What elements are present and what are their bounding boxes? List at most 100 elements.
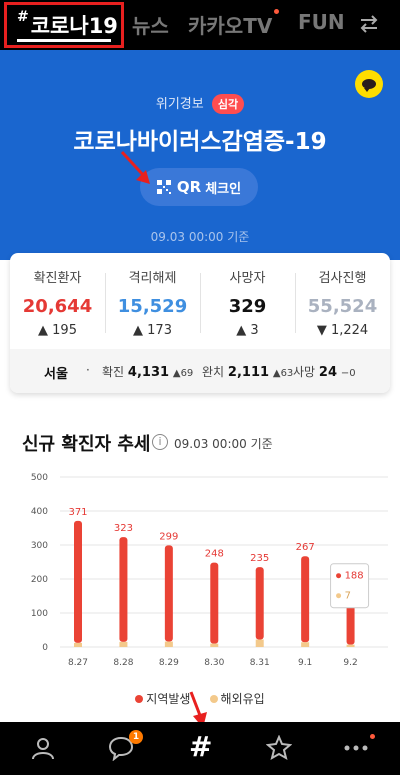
region-released-label: 완치: [202, 365, 225, 379]
crisis-level: 위기경보 심각: [0, 93, 400, 114]
more-icon[interactable]: [343, 735, 369, 761]
stat-delta: ▲ 195: [38, 323, 77, 338]
bar-overseas: [164, 641, 173, 647]
stat-value: 15,529: [117, 296, 188, 317]
region-deaths-value: 24: [318, 365, 338, 380]
x-tick-label: 8.27: [68, 658, 88, 668]
x-tick-label: 8.29: [159, 658, 179, 668]
y-tick-label: 400: [31, 507, 48, 517]
stat-delta: ▼ 1,224: [316, 323, 369, 338]
region-deaths: 사망 24 −0: [293, 363, 356, 380]
bar-local: [255, 567, 264, 640]
x-tick-label: 8.30: [204, 658, 224, 668]
region-released: 완치 2,111 ▲63: [202, 363, 293, 380]
bar-overseas: [119, 641, 128, 647]
tooltip-local-dot: [336, 573, 342, 579]
tab-fun[interactable]: FUN: [298, 10, 345, 34]
x-tick-label: 9.2: [343, 658, 357, 668]
bar-local: [164, 545, 173, 642]
stat-label: 검사진행: [318, 271, 367, 286]
stat-delta: ▲ 173: [133, 323, 172, 338]
region-confirmed-value: 4,131: [127, 365, 170, 380]
stat-label: 확진환자: [33, 271, 82, 286]
crisis-badge: 심각: [211, 94, 245, 114]
checkin-label: 체크인: [205, 181, 242, 197]
y-tick-label: 0: [42, 643, 48, 653]
legend-overseas: 해외유입: [220, 692, 265, 706]
crisis-label: 위기경보: [155, 97, 204, 112]
stat-label: 격리해제: [128, 271, 177, 286]
tab-kakaotv[interactable]: 카카오TV: [188, 9, 280, 39]
tooltip-overseas-dot: [336, 593, 342, 599]
hero-date: 09.03 00:00 기준: [150, 230, 250, 244]
stat-label: 사망자: [229, 271, 266, 286]
star-icon[interactable]: [266, 735, 292, 761]
stat-confirmed: 확진환자 20,644 ▲ 195: [10, 267, 105, 338]
region-released-delta: ▲63: [272, 368, 294, 379]
chart-title: 신규 확진자 추세: [22, 434, 151, 455]
stat-released: 격리해제 15,529 ▲ 173: [105, 267, 200, 338]
bar-overseas: [301, 642, 310, 647]
x-tick-label: 9.1: [298, 658, 312, 668]
region-confirmed-label: 확진: [102, 365, 125, 379]
stat-delta: ▲ 3: [236, 323, 259, 338]
x-tick-label: 8.28: [113, 658, 133, 668]
region-deaths-label: 사망: [293, 365, 316, 379]
stat-value: 20,644: [22, 296, 93, 317]
new-cases-bar-chart: 0 100 200 300 400 500 371 8.27 323 8.28 299 8.29 248…: [31, 473, 388, 668]
stats-card: 확진환자 20,644 ▲ 195 격리해제 15,529 ▲ 173 사망자 …: [10, 253, 390, 393]
y-tick-label: 300: [31, 541, 48, 551]
tooltip-overseas-value: 7: [345, 591, 351, 602]
red-arrow-annotation: [120, 150, 150, 184]
bar-local: [119, 537, 128, 642]
y-tick-label: 200: [31, 575, 48, 585]
bullet: ·: [86, 363, 90, 377]
active-tab-underline: [17, 39, 111, 42]
region-confirmed-delta: ▲69: [172, 368, 194, 379]
x-tick-label: 8.31: [250, 658, 270, 668]
chat-badge: 1: [129, 730, 143, 744]
top-tab-bar: # 코로나19 뉴스 카카오TV FUN: [0, 0, 400, 50]
bar-total-label: 235: [250, 553, 269, 564]
region-confirmed: 확진 4,131 ▲69: [102, 363, 193, 380]
y-tick-label: 100: [31, 609, 48, 619]
stat-testing: 검사진행 55,524 ▼ 1,224: [295, 267, 390, 338]
bar-overseas: [74, 642, 82, 647]
swap-icon[interactable]: [358, 13, 380, 35]
info-icon[interactable]: i: [152, 434, 168, 450]
region-released-value: 2,111: [227, 365, 270, 380]
region-summary[interactable]: 서울 · 확진 4,131 ▲69 완치 2,111 ▲63 사망 24 −0: [10, 349, 390, 393]
bar-local: [301, 556, 310, 643]
bar-overseas: [255, 639, 264, 647]
new-dot: [274, 9, 280, 14]
bottom-nav: 1 #: [0, 722, 400, 775]
legend-local-dot: [135, 695, 144, 703]
stat-value: 329: [228, 296, 267, 317]
tab-news[interactable]: 뉴스: [132, 10, 169, 39]
hash-tab-icon[interactable]: #: [189, 730, 212, 763]
y-tick-label: 500: [31, 473, 48, 483]
tab-hash: #: [17, 9, 29, 25]
tab-corona19[interactable]: # 코로나19: [4, 2, 124, 48]
bar-total-label: 248: [205, 549, 224, 560]
stat-deaths: 사망자 329 ▲ 3: [200, 267, 295, 338]
bar-total-label: 323: [114, 523, 133, 534]
qr-code-icon: [156, 180, 171, 194]
new-dot: [370, 734, 375, 739]
profile-icon[interactable]: [30, 735, 56, 761]
bar-total-label: 267: [296, 542, 315, 553]
tab-corona19-label: 코로나19: [30, 14, 118, 38]
tooltip-local-value: 188: [345, 571, 364, 582]
bar-total-label: 299: [159, 531, 178, 542]
tab-kakaotv-label: 카카오TV: [188, 14, 273, 38]
region-name: 서울: [44, 367, 68, 382]
page-title: 코로나바이러스감염증-19: [73, 129, 327, 155]
qr-label: QR: [176, 178, 202, 196]
chart-date: 09.03 00:00 기준: [174, 437, 273, 451]
stat-value: 55,524: [307, 296, 378, 317]
bar-local: [210, 562, 219, 644]
legend-local: 지역발생: [146, 692, 191, 706]
bar-overseas: [346, 644, 355, 647]
bar-total-label: 371: [68, 507, 87, 518]
bar-overseas: [210, 643, 219, 647]
